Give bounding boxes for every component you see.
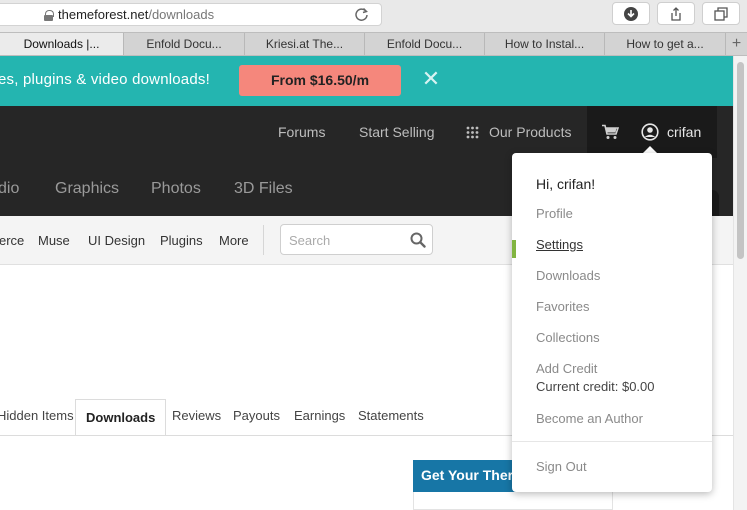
menu-item-favorites[interactable]: Favorites	[536, 299, 589, 314]
tab-earnings[interactable]: Earnings	[294, 408, 345, 423]
subnav-link[interactable]: erce	[0, 233, 24, 248]
menu-item-sign-out[interactable]: Sign Out	[536, 459, 587, 474]
browser-tab[interactable]: Enfold Docu...	[124, 33, 245, 55]
sidebar-box-body	[413, 492, 613, 510]
page-scrollbar[interactable]	[733, 56, 747, 510]
url-path: /downloads	[148, 7, 215, 22]
active-indicator	[512, 240, 516, 258]
user-dropdown-menu: Hi, crifan! Profile Settings Downloads F…	[512, 153, 712, 492]
tab-hidden-items[interactable]: Hidden Items	[0, 408, 74, 423]
promo-text: es, plugins & video downloads!	[0, 71, 210, 88]
menu-item-add-credit[interactable]: Add Credit	[536, 361, 597, 376]
category-link[interactable]: 3D Files	[234, 180, 293, 198]
promo-cta-button[interactable]: From $16.50/m	[239, 65, 401, 96]
search-icon[interactable]	[410, 232, 426, 248]
browser-tab[interactable]: How to get a...	[605, 33, 726, 55]
subnav-link[interactable]: More	[219, 233, 249, 248]
menu-item-profile[interactable]: Profile	[536, 206, 573, 221]
tab-reviews[interactable]: Reviews	[172, 408, 221, 423]
category-link[interactable]: Photos	[151, 180, 201, 198]
reload-icon[interactable]	[353, 6, 370, 23]
menu-item-settings[interactable]: Settings	[536, 237, 583, 252]
downloads-button[interactable]	[612, 2, 650, 25]
subnav-link[interactable]: Muse	[38, 233, 70, 248]
sidebar-box-title: Get Your Ther	[421, 467, 514, 483]
new-tab-button[interactable]: +	[726, 33, 747, 55]
grid-icon	[466, 126, 479, 139]
address-bar[interactable]: themeforest.net/downloads	[0, 3, 382, 26]
browser-tab[interactable]: Enfold Docu...	[365, 33, 485, 55]
browser-tab[interactable]: Downloads |...	[0, 33, 124, 55]
forums-link[interactable]: Forums	[278, 124, 325, 140]
close-icon[interactable]: ✕	[421, 67, 441, 91]
category-link[interactable]: dio	[0, 180, 19, 198]
start-selling-link[interactable]: Start Selling	[359, 124, 434, 140]
user-avatar-icon[interactable]	[641, 123, 659, 141]
subnav-link[interactable]: UI Design	[88, 233, 145, 248]
browser-tab[interactable]: Kriesi.at The...	[245, 33, 365, 55]
subnav-divider	[263, 225, 264, 255]
browser-toolbar: themeforest.net/downloads	[0, 0, 747, 32]
tab-statements[interactable]: Statements	[358, 408, 424, 423]
url-domain: themeforest.net	[58, 7, 149, 22]
url-text: themeforest.net/downloads	[58, 7, 214, 22]
menu-item-downloads[interactable]: Downloads	[536, 268, 600, 283]
dropdown-greeting: Hi, crifan!	[536, 176, 596, 192]
tab-overview-button[interactable]	[702, 2, 740, 25]
share-icon	[671, 6, 681, 21]
menu-item-collections[interactable]: Collections	[536, 330, 600, 345]
subnav-link[interactable]: Plugins	[160, 233, 203, 248]
lock-icon	[44, 10, 54, 21]
promo-banner: es, plugins & video downloads! From $16.…	[0, 56, 747, 106]
our-products-link[interactable]: Our Products	[489, 124, 571, 140]
dropdown-divider	[512, 441, 712, 442]
share-button[interactable]	[657, 2, 695, 25]
tab-downloads[interactable]: Downloads	[75, 399, 167, 436]
cart-icon[interactable]	[601, 124, 619, 140]
browser-tab-bar: Downloads |... Enfold Docu... Kriesi.at …	[0, 32, 747, 56]
search-input[interactable]	[289, 231, 404, 249]
tabs-icon	[714, 6, 728, 21]
username-label[interactable]: crifan	[667, 124, 701, 140]
scrollbar-thumb[interactable]	[737, 62, 744, 259]
download-icon	[624, 6, 638, 21]
browser-tab[interactable]: How to Instal...	[485, 33, 605, 55]
search-box	[280, 224, 433, 255]
menu-item-become-author[interactable]: Become an Author	[536, 411, 643, 426]
current-credit-text: Current credit: $0.00	[536, 379, 655, 394]
category-link[interactable]: Graphics	[55, 180, 119, 198]
tab-payouts[interactable]: Payouts	[233, 408, 280, 423]
